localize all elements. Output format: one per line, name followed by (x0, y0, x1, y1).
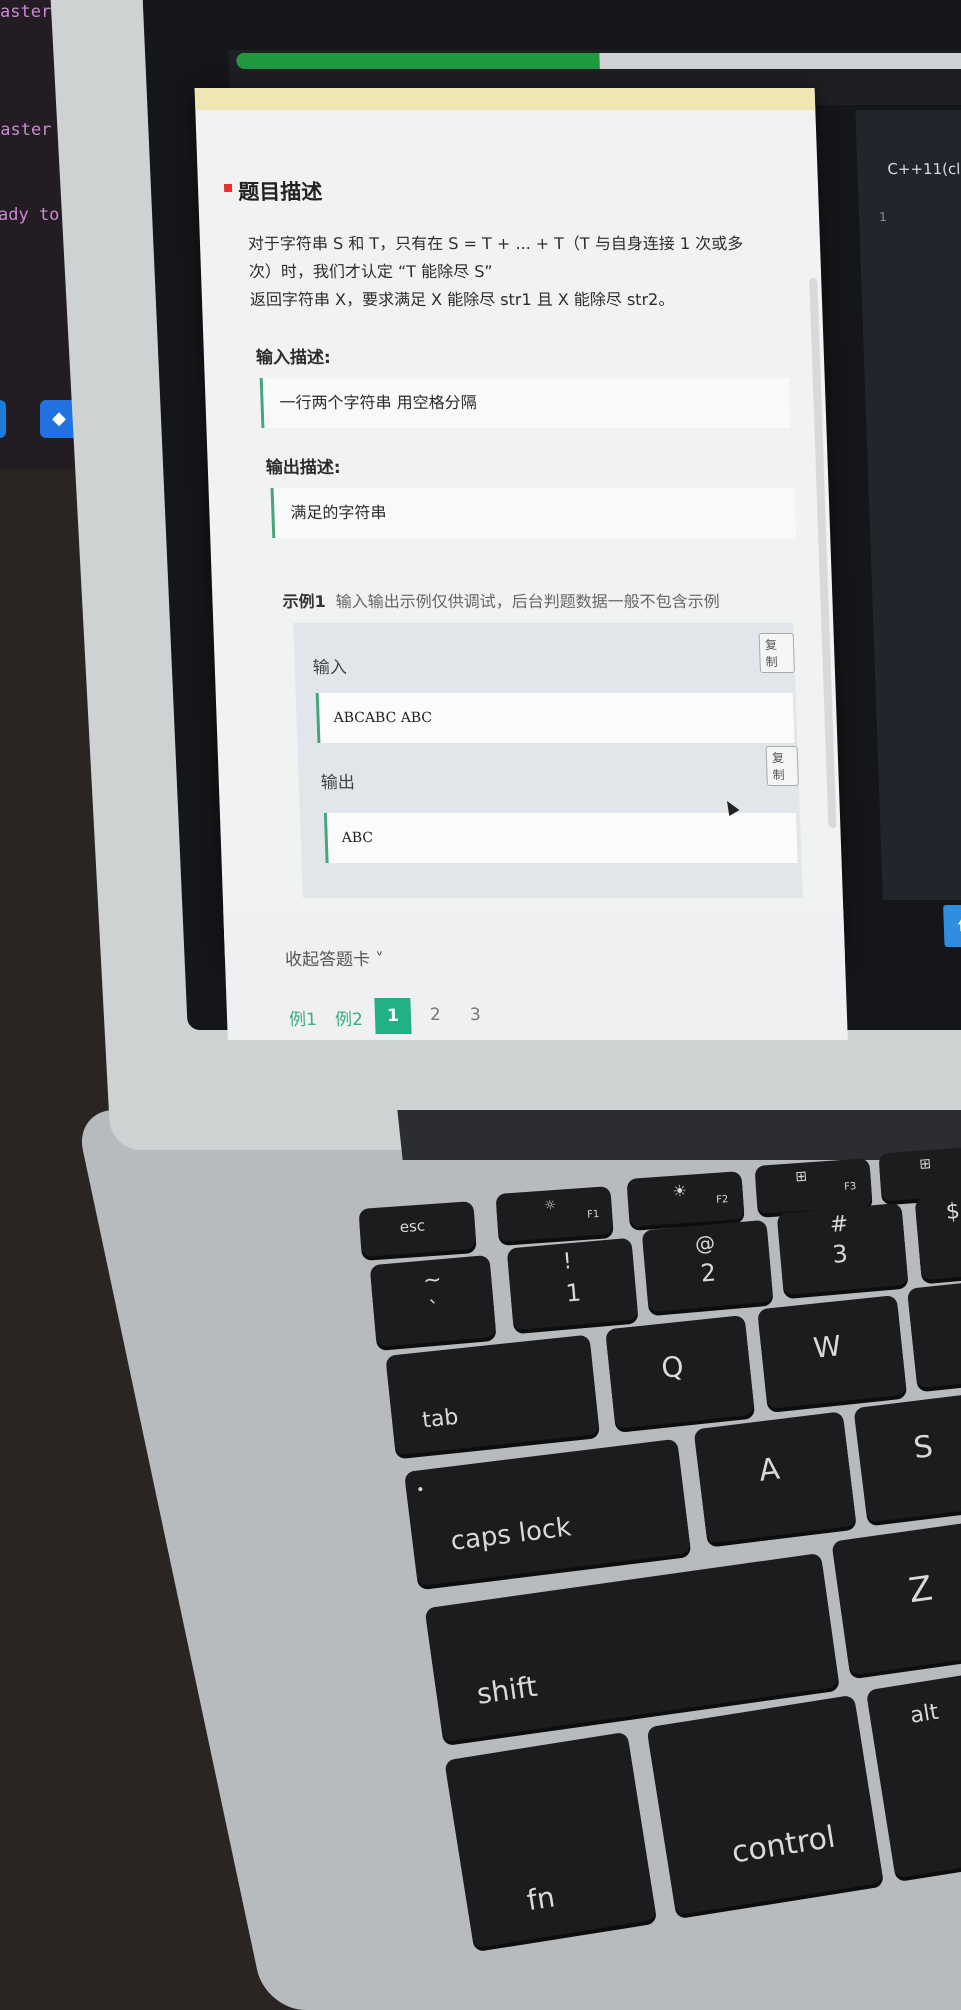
key-tilde[interactable]: ~ ` (369, 1254, 497, 1348)
key-tab[interactable]: tab (385, 1334, 600, 1456)
title-marker (223, 184, 233, 192)
code-editor[interactable]: C++11(clang+ 1 (855, 110, 961, 900)
key-label: Q (659, 1349, 686, 1385)
collapse-answer-card-toggle[interactable]: 收起答题卡 ˅ (284, 945, 385, 970)
copy-output-button[interactable]: 复制 (765, 746, 799, 786)
description-line: 返回字符串 X，要求满足 X 能除尽 str1 且 X 能除尽 str2。 (249, 290, 675, 309)
monitor-text: ady to (0, 205, 70, 225)
key-label: shift (474, 1669, 540, 1711)
key-f1[interactable]: ☼ F1 (495, 1186, 614, 1242)
monitor-text-line: aster (0, 2, 52, 22)
key-control[interactable]: control (646, 1694, 884, 1916)
key-s[interactable]: S (853, 1392, 961, 1523)
key-f4[interactable]: ⊞ (878, 1146, 961, 1202)
sample-input-code: ABCABC ABC (315, 693, 795, 743)
caps-lock-indicator-icon: • (415, 1481, 426, 1499)
key-label: # (828, 1211, 850, 1238)
save-button[interactable]: 保存并 (943, 905, 961, 947)
key-4[interactable]: $ (914, 1191, 961, 1281)
launchpad-icon: ⊞ (918, 1155, 932, 1173)
sample-output-code: ABC (323, 813, 798, 863)
key-f3[interactable]: ⊞ F3 (754, 1158, 873, 1214)
line-number: 1 (878, 210, 887, 224)
key-q[interactable]: Q (605, 1314, 755, 1430)
sample-input-label: 输入 (312, 658, 348, 678)
language-selector[interactable]: C++11(clang+ (887, 160, 961, 178)
progress-fill (236, 53, 601, 69)
output-heading: 输出描述: (265, 458, 341, 478)
key-label: fn (524, 1880, 558, 1918)
key-esc[interactable]: esc (358, 1201, 477, 1257)
example-label: 示例1 (282, 592, 326, 611)
key-label: F3 (843, 1181, 857, 1193)
key-2[interactable]: @2 (641, 1219, 774, 1313)
key-1[interactable]: ! 1 (506, 1237, 639, 1331)
problem-title: 题目描述 (237, 180, 323, 204)
chip-example-1[interactable]: 例1 (289, 1005, 318, 1030)
key-label: 3 (831, 1239, 849, 1269)
chip-question-2[interactable]: 2 (430, 1005, 442, 1025)
input-description: 一行两个字符串 用空格分隔 (259, 378, 791, 428)
brightness-down-icon: ☼ (543, 1197, 557, 1214)
monitor-text-line: naster (0, 120, 52, 140)
photo-scene: aster naster ady to upd ◆ C++11(clang+ 1… (0, 0, 961, 2010)
laptop-hinge (397, 1110, 961, 1160)
sample-output-label: 输出 (320, 773, 356, 793)
key-label: Z (906, 1568, 935, 1612)
key-label: control (729, 1819, 838, 1871)
key-label: 1 (564, 1278, 583, 1308)
key-f2[interactable]: ☀ F2 (626, 1171, 745, 1227)
key-label: F2 (715, 1194, 729, 1206)
key-label: ` (427, 1297, 441, 1324)
description-line: 次）时，我们才认定 “T 能除尽 S” (248, 262, 494, 281)
brightness-up-icon: ☀ (671, 1180, 688, 1201)
chip-question-1[interactable]: 1 (374, 998, 412, 1034)
key-label: tab (421, 1404, 460, 1434)
key-label: 2 (699, 1258, 718, 1288)
chip-question-3[interactable]: 3 (470, 1005, 482, 1025)
output-description: 满足的字符串 (270, 488, 797, 538)
key-fn[interactable]: fn (444, 1731, 657, 1949)
key-3[interactable]: #3 (776, 1202, 909, 1296)
notice-strip (194, 88, 816, 110)
progress-bar (236, 53, 961, 69)
key-label: F1 (586, 1208, 600, 1221)
key-z[interactable]: Z (831, 1519, 961, 1676)
example-header: 示例1 输入输出示例仅供调试，后台判题数据一般不包含示例 (282, 588, 720, 612)
mission-control-icon: ⊞ (794, 1168, 808, 1186)
key-label: $ (944, 1198, 961, 1225)
key-a[interactable]: A (693, 1411, 857, 1544)
key-label: A (757, 1451, 782, 1489)
description-line: 对于字符串 S 和 T，只有在 S = T + ... + T（T 与自身连接 … (247, 234, 744, 253)
key-label: caps lock (449, 1512, 573, 1557)
problem-panel: 题目描述 对于字符串 S 和 T，只有在 S = T + ... + T（T 与… (194, 88, 845, 958)
key-label: W (811, 1329, 843, 1365)
key-label: ~ (422, 1267, 443, 1294)
sample-box: 输入 复制 ABCABC ABC 复制 输出 ABC (293, 623, 803, 898)
key-label: @ (693, 1230, 717, 1256)
key-label: alt (908, 1699, 941, 1729)
key-label: S (911, 1429, 935, 1467)
chip-example-2[interactable]: 例2 (335, 1005, 364, 1030)
scrollbar[interactable] (809, 278, 837, 828)
key-label: ! (561, 1249, 573, 1275)
key-label: esc (399, 1216, 426, 1237)
input-heading: 输入描述: (255, 348, 332, 368)
key-w[interactable]: W (757, 1294, 907, 1410)
example-note: 输入输出示例仅供调试，后台判题数据一般不包含示例 (335, 592, 720, 611)
key-e[interactable] (906, 1281, 961, 1389)
laptop-screen: C++11(clang+ 1 保存并 题目描述 对于字符串 S 和 T，只有在 … (188, 50, 961, 1040)
answer-card: 收起答题卡 ˅ 例1 例2 1 2 3 (223, 910, 848, 1040)
copy-input-button[interactable]: 复制 (758, 633, 795, 673)
dock-app-icon (0, 400, 6, 438)
